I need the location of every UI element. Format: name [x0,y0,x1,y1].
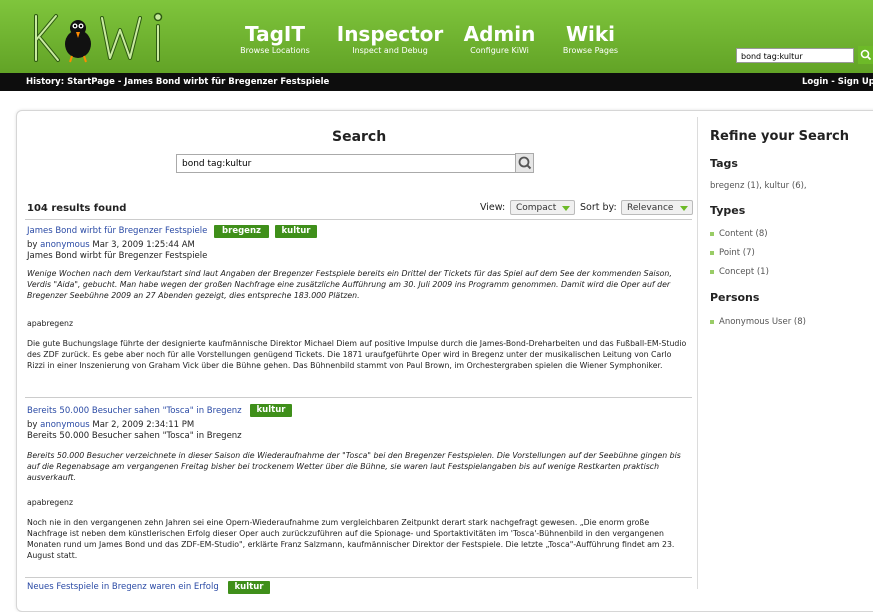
result-source: apabregenz [27,498,74,507]
result-source: apabregenz [27,319,74,328]
result-subtitle: Bereits 50.000 Besucher sahen "Tosca" in… [27,431,242,441]
result-title-link[interactable]: Neues Festspiele in Bregenz waren ein Er… [27,582,219,592]
by-label: by [27,240,38,250]
result-text: Noch nie in den vergangenen zehn Jahren … [27,518,675,560]
nav-inspector-sub: Inspect and Debug [352,46,428,55]
kiwi-logo[interactable] [30,4,180,68]
types-heading: Types [710,204,746,217]
sort-select[interactable]: Relevance [621,200,693,215]
result-meta: by anonymous Mar 3, 2009 1:25:44 AM [27,240,195,250]
result-title-link[interactable]: James Bond wirbt für Bregenzer Festspiel… [27,226,207,236]
top-search-input[interactable]: bond tag:kultur [736,48,854,63]
tag-badge[interactable]: kultur [275,225,317,238]
bullet-icon [710,269,714,274]
type-content[interactable]: Content (8) [710,229,768,239]
header-bar: TagIT Browse Locations Inspector Inspect… [0,0,873,73]
tag-badge[interactable]: bregenz [214,225,269,238]
by-label: by [27,420,38,430]
nav-wiki[interactable]: Wiki Browse Pages [553,0,628,56]
login-signup-link[interactable]: Login - Sign Up [802,73,873,91]
author-link[interactable]: anonymous [40,420,90,430]
nav-wiki-title: Wiki [565,22,616,46]
type-concept-label: Concept (1) [719,267,769,277]
search-input[interactable]: bond tag:kultur [176,154,515,173]
type-point-label: Point (7) [719,248,755,258]
bullet-icon [710,231,714,236]
search-title: Search [332,129,387,145]
bullet-icon [710,250,714,255]
nav-tagit-sub: Browse Locations [240,46,310,55]
chevron-down-icon [680,206,688,211]
search-icon [858,46,873,64]
sort-value: Relevance [627,203,674,213]
refine-title: Refine your Search [710,129,849,144]
result-lead: Bereits 50.000 Besucher verzeichnete in … [27,451,681,482]
tag-badge[interactable]: kultur [250,404,292,417]
nav-wiki-sub: Browse Pages [562,46,619,55]
type-point[interactable]: Point (7) [710,248,755,258]
nav-inspector[interactable]: Inspector Inspect and Debug [335,0,445,56]
tags-heading: Tags [710,157,738,170]
history-prefix: History: [26,77,65,87]
nav-tagit[interactable]: TagIT Browse Locations [230,0,320,56]
view-value: Compact [516,203,557,213]
view-select[interactable]: Compact [510,200,575,215]
tags-facet[interactable]: bregenz (1), kultur (6), [710,181,807,191]
nav-tagit-title: TagIT [245,22,305,46]
type-content-label: Content (8) [719,229,768,239]
type-concept[interactable]: Concept (1) [710,267,769,277]
result-text: Die gute Buchungslage führte der designi… [27,339,687,370]
person-anonymous[interactable]: Anonymous User (8) [710,317,806,327]
result-date: Mar 2, 2009 2:34:11 PM [92,420,195,430]
divider [25,577,692,578]
result-date: Mar 3, 2009 1:25:44 AM [92,240,195,250]
nav-admin-title: Admin [463,22,536,46]
chevron-down-icon [562,206,570,211]
result-title-link[interactable]: Bereits 50.000 Besucher sahen "Tosca" in… [27,406,242,416]
nav-inspector-title: Inspector [336,22,444,46]
author-link[interactable]: anonymous [40,240,90,250]
history-bar: History: StartPage - James Bond wirbt fü… [0,73,873,91]
results-count: 104 results found [27,203,127,214]
view-label: View: [480,202,506,213]
top-search-button[interactable] [858,46,873,64]
sort-label: Sort by: [580,202,617,213]
nav-admin-sub: Configure KiWi [470,46,529,55]
persons-heading: Persons [710,291,760,304]
breadcrumb: History: StartPage - James Bond wirbt fü… [26,73,329,91]
divider [25,219,692,220]
bullet-icon [710,319,714,324]
divider [25,397,692,398]
search-icon [515,153,534,173]
result-subtitle: James Bond wirbt für Bregenzer Festspiel… [27,251,208,261]
search-button[interactable] [515,153,534,173]
refine-sidebar: Refine your Search Tags bregenz (1), kul… [697,117,873,589]
nav-admin[interactable]: Admin Configure KiWi [462,0,537,56]
history-path[interactable]: StartPage - James Bond wirbt für Bregenz… [67,77,329,87]
tag-badge[interactable]: kultur [228,581,270,594]
result-lead: Wenige Wochen nach dem Verkaufstart sind… [27,269,672,300]
person-anonymous-label: Anonymous User (8) [719,317,806,327]
result-meta: by anonymous Mar 2, 2009 2:34:11 PM [27,420,194,430]
